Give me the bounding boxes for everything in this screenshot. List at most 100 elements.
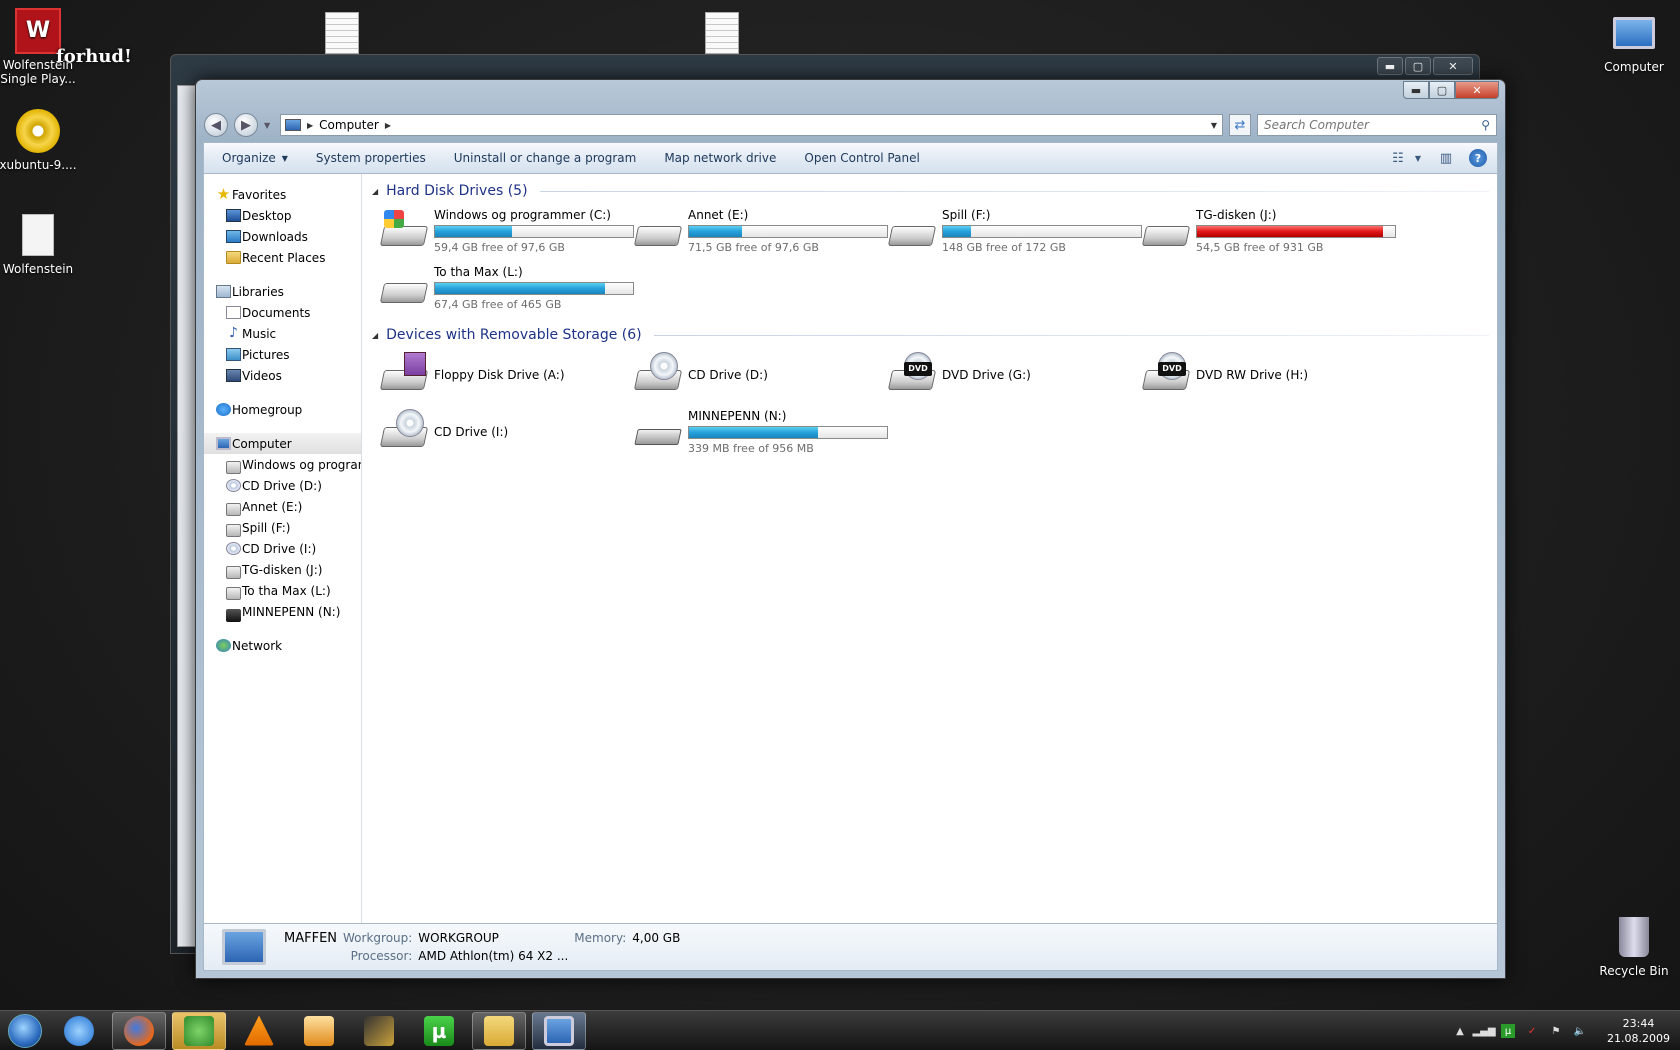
- nav-drive-l[interactable]: To tha Max (L:): [204, 580, 361, 601]
- search-box[interactable]: ⚲: [1257, 114, 1497, 136]
- nav-downloads[interactable]: Downloads: [204, 226, 361, 247]
- system-properties-button[interactable]: System properties: [302, 143, 440, 173]
- desktop-icon-textfile-2[interactable]: [682, 10, 762, 60]
- section-title: Devices with Removable Storage (6): [386, 327, 642, 343]
- removable-grid: Floppy Disk Drive (A:) CD Drive (D:) DVD…: [372, 346, 1489, 460]
- nav-documents[interactable]: Documents: [204, 302, 361, 323]
- taskbar-messenger[interactable]: [172, 1011, 226, 1050]
- drive-usage-fill: [689, 226, 743, 237]
- cd-drive-icon: [379, 409, 430, 455]
- preview-pane-icon[interactable]: ▥: [1433, 147, 1459, 169]
- nav-drive-j[interactable]: TG-disken (J:): [204, 559, 361, 580]
- taskbar-vlc[interactable]: [232, 1012, 286, 1050]
- breadcrumb-computer[interactable]: Computer: [319, 118, 379, 132]
- collapse-triangle-icon[interactable]: ◢: [372, 331, 378, 340]
- drive-tile[interactable]: DVD DVD Drive (G:): [887, 347, 1142, 403]
- nav-pictures[interactable]: Pictures: [204, 344, 361, 365]
- window-controls: ▬ ▢ ✕: [1403, 81, 1499, 99]
- desktop-icon-computer[interactable]: Computer: [1594, 10, 1674, 74]
- taskbar-internet-explorer[interactable]: [52, 1012, 106, 1050]
- nav-drive-i[interactable]: CD Drive (I:): [204, 538, 361, 559]
- nav-drive-f[interactable]: Spill (F:): [204, 517, 361, 538]
- help-button[interactable]: ?: [1465, 147, 1491, 169]
- drive-tile[interactable]: CD Drive (I:): [379, 404, 634, 460]
- forward-button[interactable]: ▶: [234, 113, 258, 137]
- taskbar-winamp[interactable]: [352, 1012, 406, 1050]
- nav-label: Libraries: [232, 284, 284, 299]
- minimize-button[interactable]: ▬: [1377, 57, 1403, 75]
- drive-tile[interactable]: TG-disken (J:) 54,5 GB free of 931 GB: [1141, 203, 1396, 259]
- drive-name: To tha Max (L:): [434, 265, 523, 279]
- desktop-icon-label: Computer: [1604, 60, 1664, 74]
- nav-homegroup[interactable]: Homegroup: [204, 399, 361, 420]
- network-signal-icon[interactable]: ▂▄▆: [1472, 1024, 1495, 1038]
- antivirus-icon[interactable]: ✓: [1525, 1024, 1539, 1038]
- chevron-right-icon[interactable]: ▶: [307, 121, 313, 130]
- collapse-triangle-icon[interactable]: ◢: [372, 187, 378, 196]
- back-button[interactable]: ◀: [204, 113, 228, 137]
- refresh-button[interactable]: ⇄: [1229, 114, 1251, 136]
- section-header[interactable]: ◢ Hard Disk Drives (5): [372, 180, 1489, 202]
- drive-free-space: 67,4 GB free of 465 GB: [434, 298, 562, 311]
- drive-tile[interactable]: To tha Max (L:) 67,4 GB free of 465 GB: [379, 260, 634, 316]
- map-network-drive-button[interactable]: Map network drive: [650, 143, 790, 173]
- drive-tile[interactable]: DVD DVD RW Drive (H:): [1141, 347, 1396, 403]
- address-dropdown-icon[interactable]: ▼: [1206, 121, 1222, 130]
- nav-music[interactable]: ♪ Music: [204, 323, 361, 344]
- breadcrumb[interactable]: ▶ Computer ▶ ▼: [280, 114, 1223, 136]
- maximize-button[interactable]: ▢: [1429, 81, 1455, 99]
- volume-icon[interactable]: 🔈: [1573, 1024, 1587, 1038]
- minimize-button[interactable]: ▬: [1403, 81, 1429, 99]
- uninstall-program-button[interactable]: Uninstall or change a program: [440, 143, 651, 173]
- utorrent-tray-icon[interactable]: µ: [1501, 1024, 1516, 1038]
- show-hidden-icons-icon[interactable]: ▲: [1453, 1024, 1467, 1038]
- drive-tile[interactable]: Spill (F:) 148 GB free of 172 GB: [887, 203, 1142, 259]
- desktop-icon-xubuntu[interactable]: xubuntu-9....: [0, 108, 78, 172]
- open-control-panel-button[interactable]: Open Control Panel: [790, 143, 933, 173]
- nav-computer[interactable]: Computer: [204, 433, 361, 454]
- nav-label: CD Drive (I:): [242, 541, 317, 556]
- drive-tile[interactable]: Windows og programmer (C:) 59,4 GB free o…: [379, 203, 634, 259]
- change-view-icon[interactable]: ☷: [1385, 147, 1411, 169]
- desktop-icon-textfile-1[interactable]: [302, 10, 382, 60]
- desktop-icon-wolfenstein[interactable]: Wolfenstein: [0, 212, 78, 276]
- clock[interactable]: 23:44 21.08.2009: [1607, 1016, 1670, 1046]
- removable-storage-section: ◢ Devices with Removable Storage (6) Flop…: [372, 324, 1489, 460]
- computer-details: MAFFEN Workgroup: WORKGROUP Memory: 4,00…: [284, 931, 680, 963]
- close-button[interactable]: ✕: [1455, 81, 1499, 99]
- close-button[interactable]: ✕: [1433, 57, 1473, 75]
- nav-drive-n[interactable]: MINNEPENN (N:): [204, 601, 361, 622]
- taskbar-media-player[interactable]: [292, 1012, 346, 1050]
- nav-network[interactable]: Network: [204, 635, 361, 656]
- nav-libraries[interactable]: Libraries: [204, 281, 361, 302]
- nav-drive-e[interactable]: Annet (E:): [204, 496, 361, 517]
- drive-tile[interactable]: Floppy Disk Drive (A:): [379, 347, 634, 403]
- desktop-icon-recycle-bin[interactable]: Recycle Bin: [1594, 914, 1674, 978]
- recent-pages-dropdown[interactable]: ▼: [264, 121, 274, 130]
- nav-desktop[interactable]: Desktop: [204, 205, 361, 226]
- chevron-right-icon[interactable]: ▶: [385, 121, 391, 130]
- view-options-dropdown-icon[interactable]: ▼: [1411, 147, 1425, 169]
- nav-favorites[interactable]: ★ Favorites: [204, 184, 361, 205]
- taskbar-utorrent[interactable]: µ: [412, 1012, 466, 1050]
- nav-videos[interactable]: Videos: [204, 365, 361, 386]
- drive-name: CD Drive (I:): [434, 425, 509, 439]
- taskbar-firefox[interactable]: [112, 1011, 166, 1050]
- organize-button[interactable]: Organize ▼: [208, 143, 302, 173]
- maximize-button[interactable]: ▢: [1405, 57, 1431, 75]
- section-header[interactable]: ◢ Devices with Removable Storage (6): [372, 324, 1489, 346]
- start-button[interactable]: [4, 1011, 46, 1050]
- drive-tile[interactable]: Annet (E:) 71,5 GB free of 97,6 GB: [633, 203, 888, 259]
- drive-tile[interactable]: MINNEPENN (N:) 339 MB free of 956 MB: [634, 404, 888, 460]
- taskbar-computer[interactable]: [532, 1011, 586, 1050]
- nav-drive-c[interactable]: Windows og programmer (C:): [204, 454, 361, 475]
- action-center-flag-icon[interactable]: ⚑: [1549, 1024, 1563, 1038]
- taskbar: µ ▲ ▂▄▆ µ ✓ ⚑ 🔈 23:44 21.08.2009: [0, 1010, 1680, 1050]
- nav-drive-d[interactable]: CD Drive (D:): [204, 475, 361, 496]
- nav-recent-places[interactable]: Recent Places: [204, 247, 361, 268]
- taskbar-explorer[interactable]: [472, 1011, 526, 1050]
- search-input[interactable]: [1264, 118, 1482, 132]
- drive-tile[interactable]: CD Drive (D:): [633, 347, 888, 403]
- nav-label: Documents: [242, 305, 311, 320]
- search-icon[interactable]: ⚲: [1481, 118, 1490, 132]
